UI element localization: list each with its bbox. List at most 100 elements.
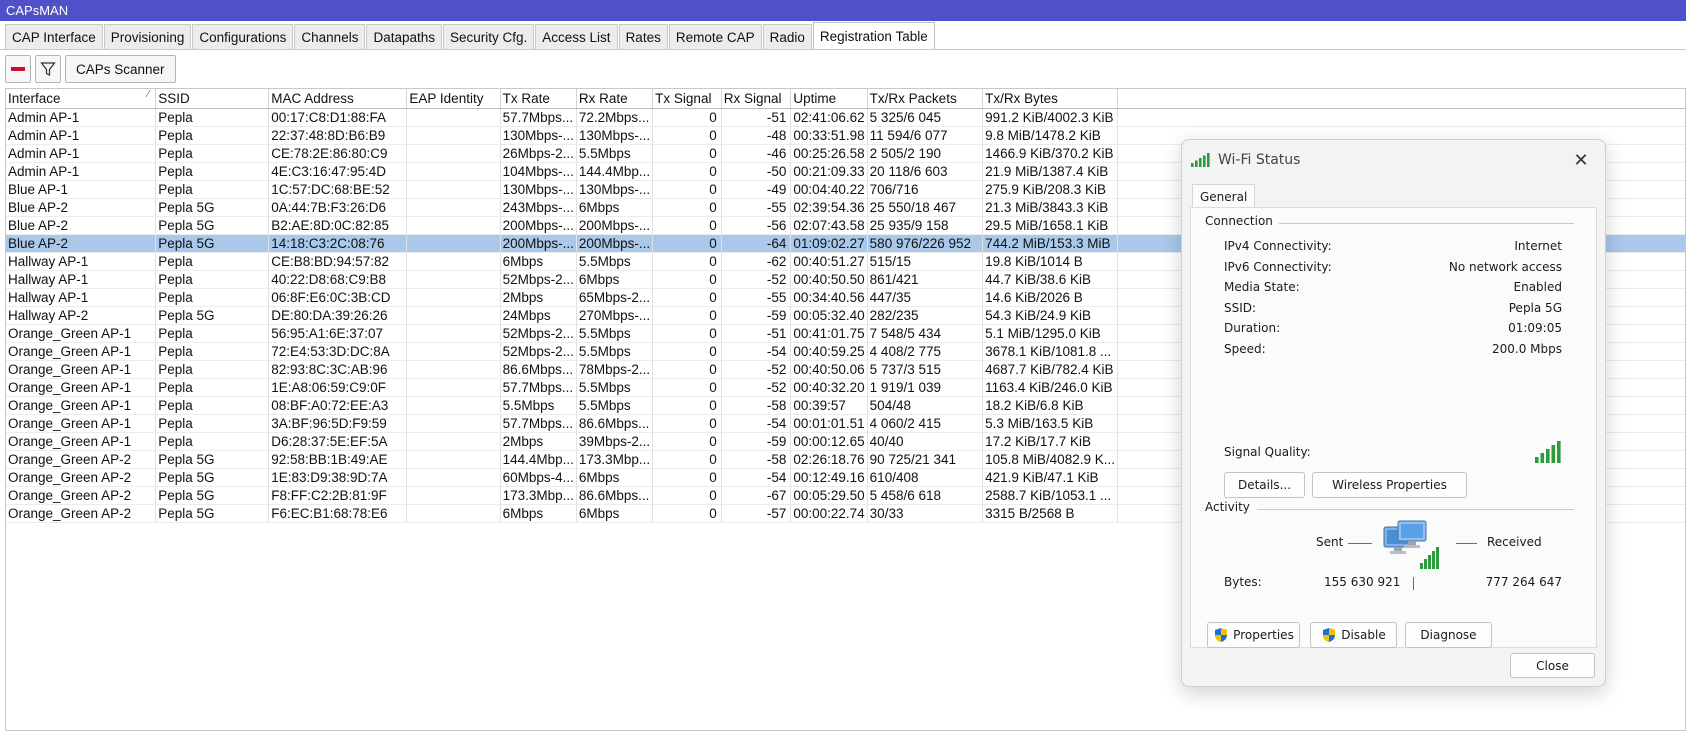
cell-interface: Orange_Green AP-2: [6, 450, 157, 469]
cell-rx-signal: -49: [721, 180, 792, 199]
cell-packets: 580 976/226 952: [867, 234, 984, 253]
column-header-ssid[interactable]: SSID: [155, 89, 270, 109]
column-header-uptime[interactable]: Uptime: [790, 89, 868, 109]
tab-cap-interface[interactable]: CAP Interface: [5, 24, 103, 50]
tab-datapaths[interactable]: Datapaths: [366, 24, 442, 50]
received-label: Received: [1487, 535, 1542, 549]
tab-general[interactable]: General: [1192, 184, 1256, 208]
cell-mac: CE:B8:BD:94:57:82: [268, 252, 408, 271]
properties-button[interactable]: Properties: [1207, 622, 1300, 648]
column-header-tx-signal[interactable]: Tx Signal: [652, 89, 722, 109]
tab-registration-table[interactable]: Registration Table: [812, 22, 935, 50]
cell-tx-signal: 0: [652, 414, 722, 433]
close-button[interactable]: Close: [1510, 653, 1595, 678]
cell-eap: [406, 306, 501, 325]
cell-packets: 2 505/2 190: [867, 144, 984, 163]
cell-rx-signal: -54: [721, 414, 792, 433]
signal-quality-icon: [1535, 441, 1561, 463]
signal-quality-label: Signal Quality:: [1224, 445, 1311, 459]
column-header-tx-rate[interactable]: Tx Rate: [500, 89, 577, 109]
cell-tx-rate: 6Mbps: [500, 504, 577, 523]
cell-packets: 5 737/3 515: [867, 360, 984, 379]
cell-bytes: 5.1 MiB/1295.0 KiB: [982, 324, 1118, 343]
cell-eap: [406, 378, 501, 397]
caps-scanner-button[interactable]: CAPs Scanner: [65, 55, 176, 83]
cell-interface: Orange_Green AP-1: [6, 378, 157, 397]
cell-bytes: 275.9 KiB/208.3 KiB: [982, 180, 1118, 199]
cell-eap: [406, 324, 501, 343]
cell-packets: 861/421: [867, 270, 984, 289]
disable-button[interactable]: Disable: [1310, 622, 1397, 648]
cell-mac: 0A:44:7B:F3:26:D6: [268, 198, 408, 217]
cell-mac: D6:28:37:5E:EF:5A: [268, 432, 408, 451]
tab-provisioning[interactable]: Provisioning: [103, 24, 192, 50]
column-header-bytes[interactable]: Tx/Rx Bytes: [982, 89, 1118, 109]
cell-uptime: 00:01:01.51: [790, 414, 868, 433]
cell-uptime: 00:40:59.25: [790, 342, 868, 361]
cell-packets: 515/15: [867, 252, 984, 271]
ipv6-connectivity-row: IPv6 Connectivity: No network access: [1224, 258, 1562, 276]
cell-tx-signal: 0: [652, 360, 722, 379]
remove-button[interactable]: [5, 55, 31, 83]
tab-remote-cap[interactable]: Remote CAP: [668, 24, 762, 50]
tab-radio[interactable]: Radio: [762, 24, 812, 50]
cell-interface: Blue AP-2: [6, 198, 157, 217]
cell-rx-rate: 130Mbps-...: [576, 126, 654, 145]
table-header-row: Interface ⁄ SSID MAC Address EAP Identity Tx …: [6, 89, 1685, 109]
cell-tx-signal: 0: [652, 162, 722, 181]
app-titlebar: CAPsMAN: [0, 0, 1686, 21]
cell-uptime: 00:25:26.58: [790, 144, 868, 163]
cell-interface: Admin AP-1: [6, 126, 157, 145]
column-header-interface[interactable]: Interface ⁄: [6, 89, 157, 109]
cell-bytes: 14.6 KiB/2026 B: [982, 288, 1118, 307]
cell-interface: Hallway AP-1: [6, 252, 157, 271]
column-header-mac[interactable]: MAC Address: [268, 89, 408, 109]
cell-mac: 92:58:BB:1B:49:AE: [268, 450, 408, 469]
dialog-close-icon[interactable]: ✕: [1569, 148, 1593, 172]
media-state-value: Enabled: [1513, 280, 1563, 294]
cell-rx-signal: -64: [721, 234, 792, 253]
tab-channels[interactable]: Channels: [294, 24, 366, 50]
cell-tx-signal: 0: [652, 270, 722, 289]
table-row[interactable]: Admin AP-1 Pepla 00:17:C8:D1:88:FA 57.7Mbps…: [6, 108, 1685, 127]
column-header-rx-rate[interactable]: Rx Rate: [576, 89, 654, 109]
wifi-signal-icon: [1191, 153, 1210, 167]
cell-rx-rate: 5.5Mbps: [576, 324, 654, 343]
diagnose-button[interactable]: Diagnose: [1405, 622, 1492, 648]
cell-ssid: Pepla: [155, 180, 270, 199]
tab-bar-divider: [0, 49, 1686, 50]
wireless-properties-button[interactable]: Wireless Properties: [1312, 472, 1467, 498]
cell-bytes: 54.3 KiB/24.9 KiB: [982, 306, 1118, 325]
cell-tx-signal: 0: [652, 144, 722, 163]
cell-filler: [1117, 108, 1685, 127]
column-header-rx-signal[interactable]: Rx Signal: [721, 89, 792, 109]
column-header-label: EAP Identity: [409, 90, 484, 106]
tab-rates[interactable]: Rates: [618, 24, 668, 50]
cell-eap: [406, 144, 501, 163]
cell-ssid: Pepla: [155, 396, 270, 415]
cell-eap: [406, 126, 501, 145]
tab-access-list[interactable]: Access List: [535, 24, 618, 50]
cell-ssid: Pepla: [155, 252, 270, 271]
cell-ssid: Pepla: [155, 162, 270, 181]
cell-bytes: 1466.9 KiB/370.2 KiB: [982, 144, 1118, 163]
general-panel: Connection IPv4 Connectivity: Internet IPv…: [1190, 207, 1597, 648]
tab-configurations[interactable]: Configurations: [192, 24, 294, 50]
column-header-packets[interactable]: Tx/Rx Packets: [867, 89, 984, 109]
cell-rx-rate: 65Mbps-2...: [576, 288, 654, 307]
cell-rx-signal: -59: [721, 306, 792, 325]
cell-tx-signal: 0: [652, 108, 722, 127]
cell-ssid: Pepla: [155, 414, 270, 433]
filter-button[interactable]: [35, 55, 61, 83]
cell-tx-rate: 243Mbps-...: [500, 198, 577, 217]
cell-uptime: 00:40:50.06: [790, 360, 868, 379]
column-header-eap[interactable]: EAP Identity: [406, 89, 501, 109]
cell-mac: 40:22:D8:68:C9:B8: [268, 270, 408, 289]
cell-interface: Orange_Green AP-1: [6, 414, 157, 433]
cell-rx-signal: -51: [721, 108, 792, 127]
sent-line: [1348, 543, 1372, 544]
details-button[interactable]: Details...: [1224, 472, 1305, 498]
cell-uptime: 00:40:32.20: [790, 378, 868, 397]
cell-ssid: Pepla: [155, 288, 270, 307]
tab-security-cfg[interactable]: Security Cfg.: [443, 24, 535, 50]
